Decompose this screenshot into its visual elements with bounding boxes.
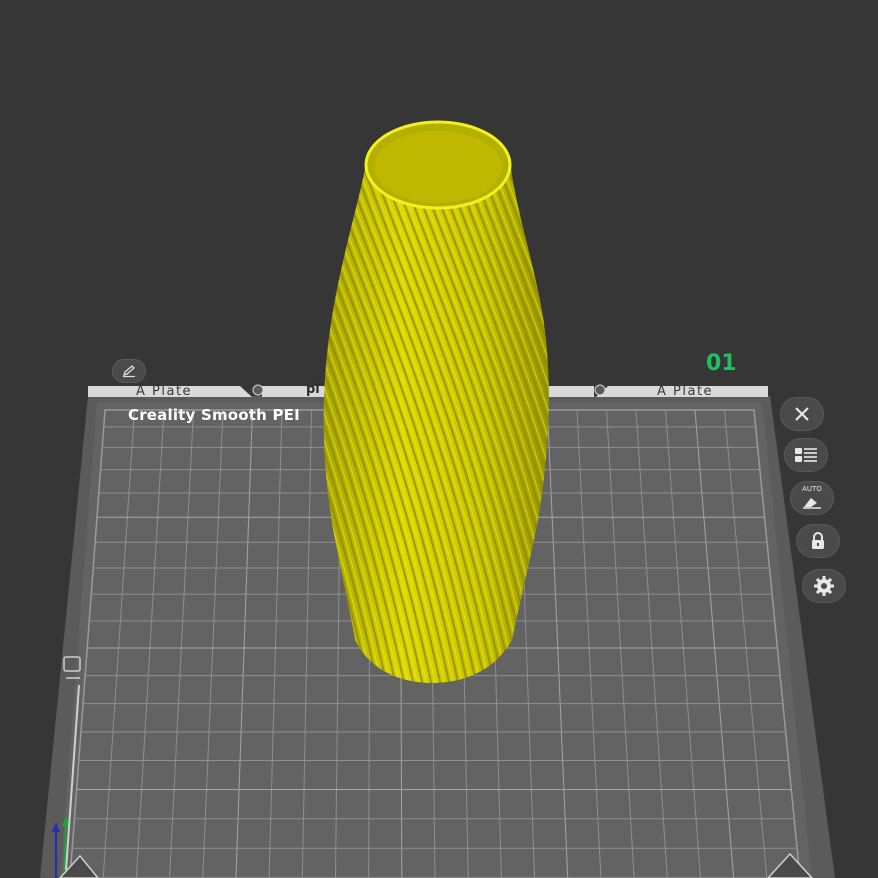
plate-number: 01 xyxy=(706,351,737,376)
auto-orient-button[interactable]: AUTO xyxy=(790,481,834,515)
close-icon xyxy=(795,407,809,421)
pencil-icon xyxy=(122,365,135,378)
bed-type-label: Creality Smooth PEI xyxy=(128,406,300,424)
list-icon xyxy=(795,448,817,462)
plate-settings-button[interactable] xyxy=(802,569,846,603)
auto-orient-icon xyxy=(803,498,821,509)
close-plate-button[interactable] xyxy=(780,397,824,431)
edit-plate-name-button[interactable] xyxy=(112,359,146,383)
arrange-button[interactable] xyxy=(784,438,828,472)
plate-tab-left-label: A Plate xyxy=(136,384,193,399)
gear-icon xyxy=(814,576,834,596)
lock-plate-button[interactable] xyxy=(796,524,840,558)
plate-tab-right-label: A Plate xyxy=(657,384,714,399)
plate-tab-center-label: pl xyxy=(306,382,320,397)
auto-label: AUTO xyxy=(802,485,822,493)
3d-viewport[interactable] xyxy=(0,0,878,878)
lock-icon xyxy=(812,532,824,549)
